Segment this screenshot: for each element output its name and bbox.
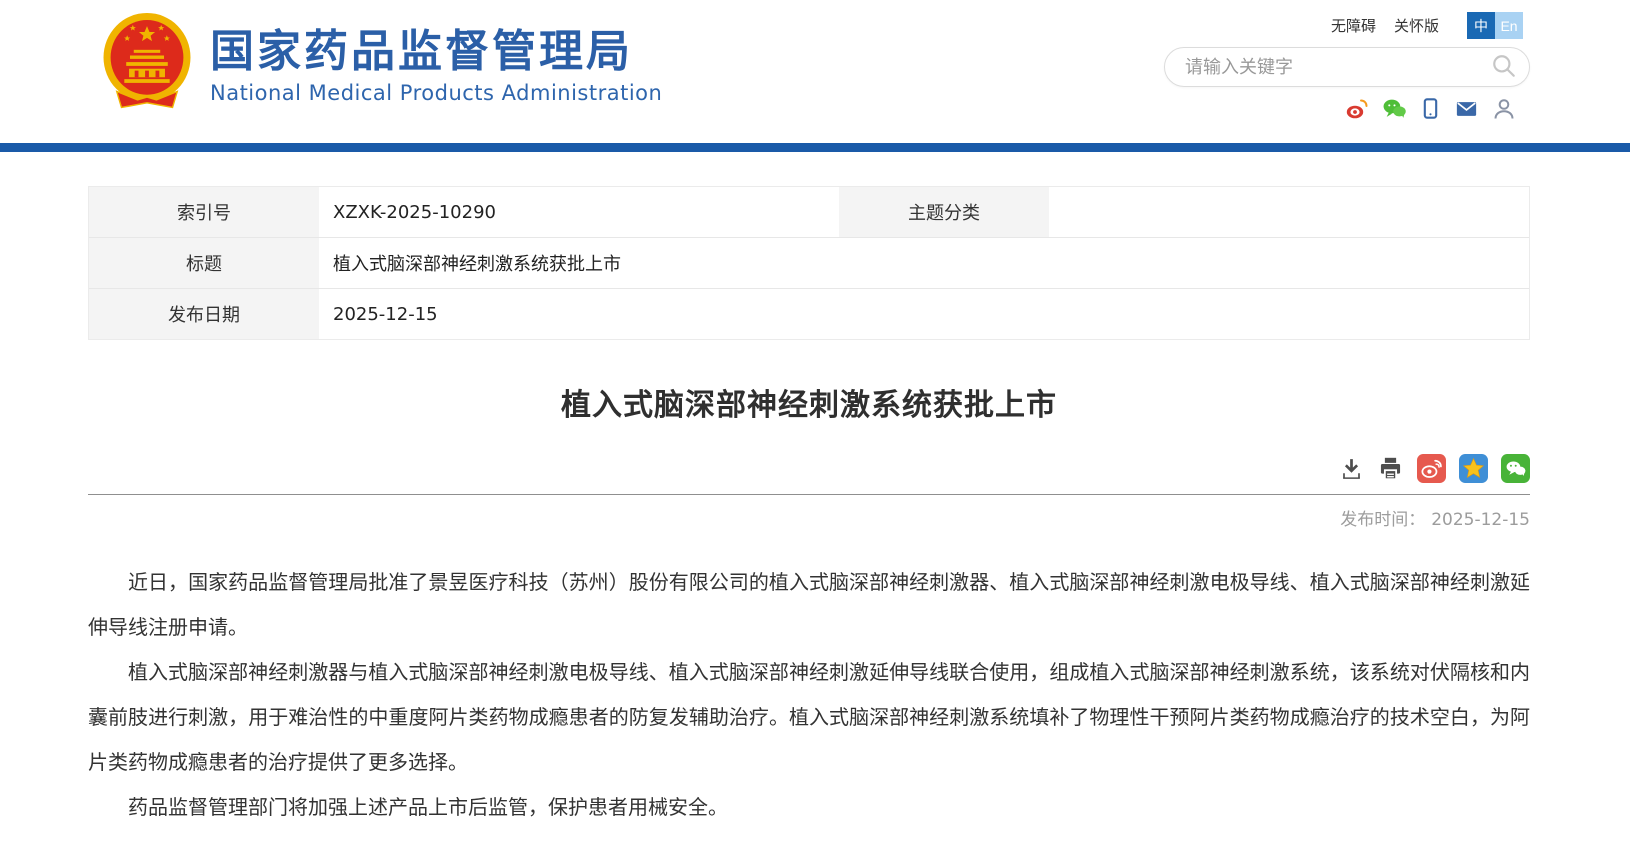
document-meta-table: 索引号 XZXK-2025-10290 主题分类 标题 植入式脑深部神经刺激系统… <box>88 186 1530 340</box>
article-paragraph: 药品监督管理部门将加强上述产品上市后监管，保护患者用械安全。 <box>88 785 1530 830</box>
user-icon[interactable] <box>1492 97 1516 121</box>
meta-label-topic-category: 主题分类 <box>839 187 1049 237</box>
site-header: 国家药品监督管理局 National Medical Products Admi… <box>0 0 1630 143</box>
meta-value-index-number: XZXK-2025-10290 <box>319 187 839 237</box>
title-divider <box>88 494 1530 495</box>
meta-label-publish-date: 发布日期 <box>89 289 319 339</box>
site-title: 国家药品监督管理局 <box>210 24 662 79</box>
site-subtitle: National Medical Products Administration <box>210 81 662 105</box>
search-box <box>1164 47 1530 87</box>
meta-row-index: 索引号 XZXK-2025-10290 主题分类 <box>89 187 1529 237</box>
search-icon <box>1491 53 1517 82</box>
wechat-icon[interactable] <box>1382 96 1407 121</box>
print-icon[interactable] <box>1377 455 1404 482</box>
meta-label-title: 标题 <box>89 238 319 288</box>
accessibility-link[interactable]: 无障碍 <box>1331 15 1376 36</box>
article-tools <box>88 454 1530 483</box>
meta-value-publish-date: 2025-12-15 <box>319 289 1529 339</box>
site-logo-link[interactable]: 国家药品监督管理局 National Medical Products Admi… <box>98 12 662 116</box>
article-paragraph: 近日，国家药品监督管理局批准了景昱医疗科技（苏州）股份有限公司的植入式脑深部神经… <box>88 560 1530 650</box>
main-content: 索引号 XZXK-2025-10290 主题分类 标题 植入式脑深部神经刺激系统… <box>88 186 1530 830</box>
national-emblem-icon <box>98 12 196 116</box>
care-version-link[interactable]: 关怀版 <box>1394 15 1439 36</box>
publish-time-value: 2025-12-15 <box>1431 510 1530 530</box>
page: 国家药品监督管理局 National Medical Products Admi… <box>0 0 1630 850</box>
lang-zh-button[interactable]: 中 <box>1467 12 1495 39</box>
meta-row-title: 标题 植入式脑深部神经刺激系统获批上市 <box>89 237 1529 288</box>
publish-time-label: 发布时间： <box>1340 510 1425 530</box>
meta-value-topic-category <box>1049 187 1529 237</box>
article-title: 植入式脑深部神经刺激系统获批上市 <box>88 380 1530 424</box>
header-top-links: 无障碍 关怀版 中 En <box>1331 12 1523 39</box>
header-social-row <box>1345 96 1516 121</box>
header-divider-bar <box>0 143 1630 152</box>
mobile-icon[interactable] <box>1420 97 1441 120</box>
site-title-block: 国家药品监督管理局 National Medical Products Admi… <box>210 24 662 105</box>
meta-row-publish-date: 发布日期 2025-12-15 <box>89 288 1529 339</box>
article-paragraph: 植入式脑深部神经刺激器与植入式脑深部神经刺激电极导线、植入式脑深部神经刺激延伸导… <box>88 650 1530 785</box>
lang-en-button[interactable]: En <box>1495 12 1523 39</box>
email-icon[interactable] <box>1454 98 1479 120</box>
search-input[interactable] <box>1185 57 1487 78</box>
article-body: 近日，国家药品监督管理局批准了景昱医疗科技（苏州）股份有限公司的植入式脑深部神经… <box>88 560 1530 830</box>
publish-time: 发布时间： 2025-12-15 <box>88 505 1530 530</box>
meta-value-title: 植入式脑深部神经刺激系统获批上市 <box>319 238 1529 288</box>
language-toggle: 中 En <box>1467 12 1523 39</box>
wechat-share-icon[interactable] <box>1501 454 1530 483</box>
search-button[interactable] <box>1487 53 1529 82</box>
meta-label-index-number: 索引号 <box>89 187 319 237</box>
weibo-share-icon[interactable] <box>1417 454 1446 483</box>
weibo-icon[interactable] <box>1345 97 1369 121</box>
download-icon[interactable] <box>1339 456 1364 481</box>
qzone-share-icon[interactable] <box>1459 454 1488 483</box>
